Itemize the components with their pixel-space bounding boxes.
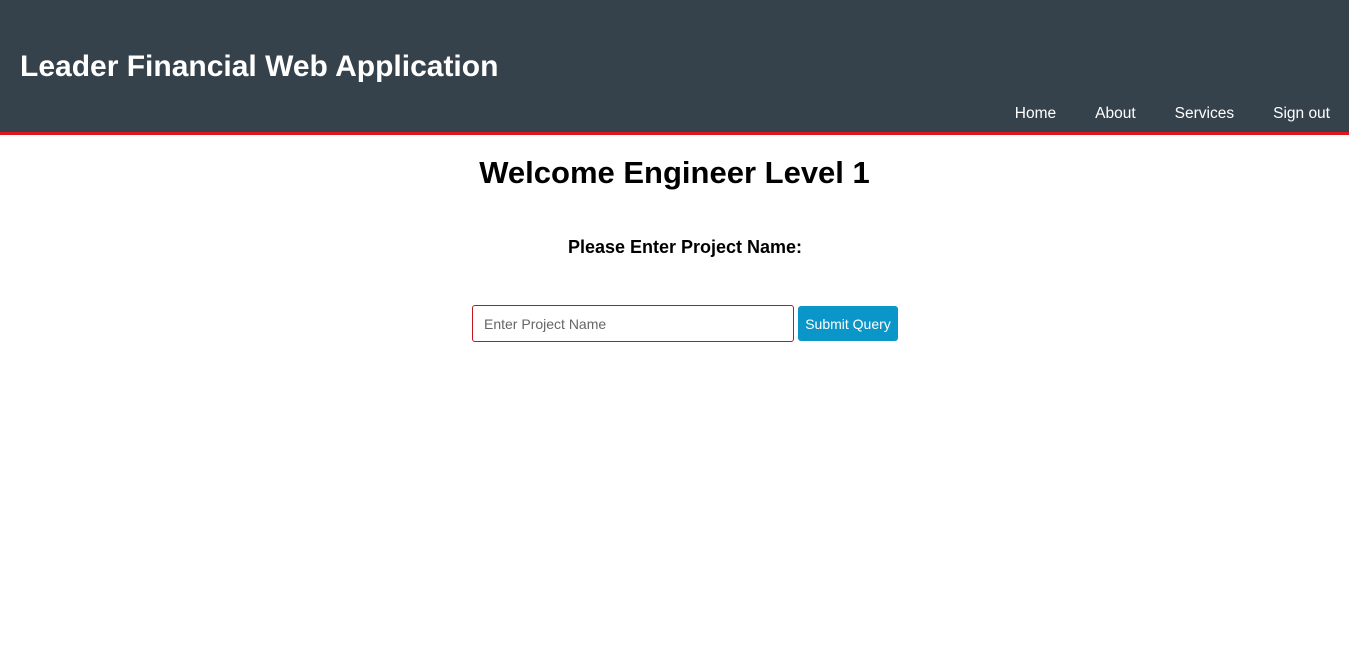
nav-services-link[interactable]: Services (1155, 104, 1253, 124)
top-nav: Home About Services Sign out (995, 104, 1349, 124)
nav-home-link[interactable]: Home (995, 104, 1075, 124)
project-name-prompt: Please Enter Project Name: (567, 237, 803, 257)
project-name-input[interactable] (472, 305, 794, 342)
welcome-heading: Welcome Engineer Level 1 (479, 155, 870, 190)
submit-query-button[interactable]: Submit Query (798, 306, 898, 341)
app-title: Leader Financial Web Application (20, 50, 499, 83)
nav-sign-out-link[interactable]: Sign out (1253, 104, 1349, 124)
site-header: Leader Financial Web Application Home Ab… (0, 0, 1349, 135)
nav-about-link[interactable]: About (1075, 104, 1155, 124)
